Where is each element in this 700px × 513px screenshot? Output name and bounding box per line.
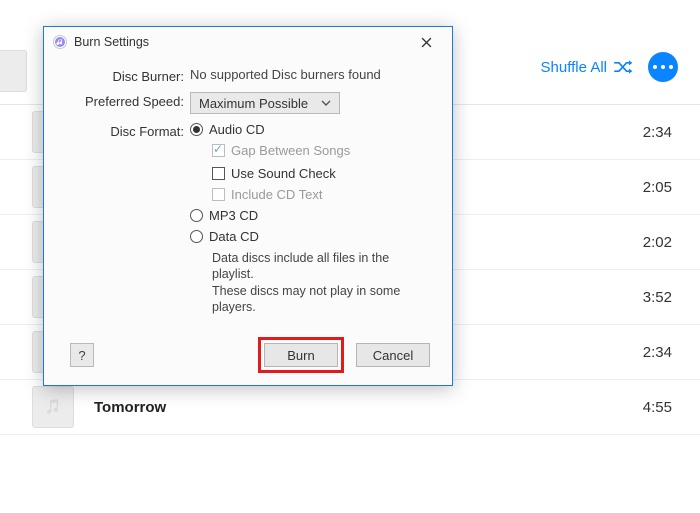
track-artwork (32, 386, 74, 428)
radio-data-cd-label: Data CD (209, 229, 259, 244)
help-button[interactable]: ? (70, 343, 94, 367)
track-duration: 2:34 (628, 124, 672, 141)
data-cd-note-line2: These discs may not play in some players… (212, 283, 430, 316)
radio-mp3-cd[interactable]: MP3 CD (190, 208, 430, 223)
preferred-speed-select[interactable]: Maximum Possible (190, 92, 340, 114)
dialog-titlebar: Burn Settings (44, 27, 452, 57)
shuffle-icon (614, 60, 634, 74)
radio-audio-cd-label: Audio CD (209, 122, 265, 137)
track-duration: 3:52 (628, 289, 672, 306)
check-gap-between-songs: Gap Between Songs (212, 143, 430, 158)
cancel-button[interactable]: Cancel (356, 343, 430, 367)
checkbox-icon (212, 188, 225, 201)
check-include-cd-text: Include CD Text (212, 187, 430, 202)
help-button-label: ? (78, 348, 85, 363)
check-use-sound-check[interactable]: Use Sound Check (212, 166, 430, 181)
preferred-speed-value: Maximum Possible (199, 96, 308, 111)
radio-audio-cd[interactable]: Audio CD (190, 122, 430, 137)
checkbox-icon (212, 144, 225, 157)
shuffle-all-label: Shuffle All (541, 59, 607, 76)
disc-burner-label: Disc Burner: (70, 67, 188, 84)
track-title: Tomorrow (94, 399, 628, 416)
header-actions: Shuffle All (541, 52, 678, 82)
disc-burner-value: No supported Disc burners found (188, 67, 430, 82)
radio-data-cd[interactable]: Data CD (190, 229, 430, 244)
burn-settings-dialog: Burn Settings Disc Burner: No supported … (43, 26, 453, 386)
more-options-button[interactable] (648, 52, 678, 82)
track-duration: 2:34 (628, 344, 672, 361)
gap-between-songs-label: Gap Between Songs (231, 143, 350, 158)
cancel-button-label: Cancel (373, 348, 413, 363)
shuffle-all-button[interactable]: Shuffle All (541, 59, 634, 76)
close-button[interactable] (408, 31, 444, 53)
checkbox-icon (212, 167, 225, 180)
preferred-speed-label: Preferred Speed: (70, 92, 188, 109)
radio-icon (190, 123, 203, 136)
data-cd-note-line1: Data discs include all files in the play… (212, 250, 430, 283)
chevron-down-icon (321, 100, 331, 106)
track-duration: 4:55 (628, 399, 672, 416)
dialog-body: Disc Burner: No supported Disc burners f… (44, 57, 452, 315)
radio-mp3-cd-label: MP3 CD (209, 208, 258, 223)
use-sound-check-label: Use Sound Check (231, 166, 336, 181)
data-cd-note: Data discs include all files in the play… (212, 250, 430, 315)
track-duration: 2:02 (628, 234, 672, 251)
burn-button-label: Burn (287, 348, 314, 363)
radio-icon (190, 209, 203, 222)
radio-icon (190, 230, 203, 243)
include-cd-text-label: Include CD Text (231, 187, 323, 202)
disc-format-label: Disc Format: (70, 122, 188, 139)
track-row[interactable]: Tomorrow4:55 (0, 380, 700, 435)
track-duration: 2:05 (628, 179, 672, 196)
dialog-footer: ? Burn Cancel (44, 337, 452, 373)
burn-button[interactable]: Burn (264, 343, 338, 367)
burn-button-highlight: Burn (258, 337, 344, 373)
itunes-icon (52, 34, 68, 50)
playlist-artwork (0, 50, 27, 92)
dialog-title: Burn Settings (74, 35, 408, 49)
